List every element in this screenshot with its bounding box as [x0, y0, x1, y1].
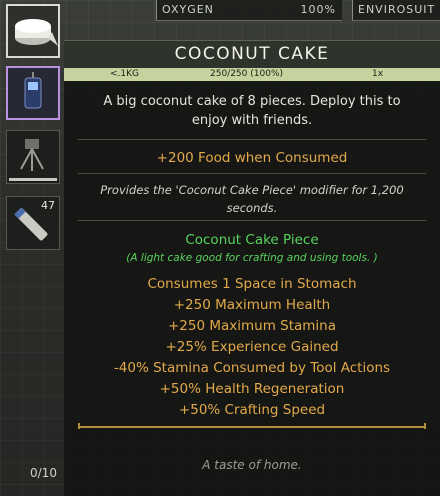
stat-line: -40% Stamina Consumed by Tool Actions — [113, 360, 391, 376]
inventory-slot-coconut-cake[interactable] — [6, 4, 60, 58]
modifier-name: Coconut Cake Piece — [185, 232, 319, 248]
divider — [156, 0, 157, 20]
modifier-description: (A light cake good for crafting and usin… — [126, 252, 378, 264]
divider — [78, 220, 426, 221]
item-stack-count: 1x — [372, 69, 384, 79]
durability-bar — [9, 178, 57, 181]
modifier-note: Provides the 'Coconut Cake Piece' modifi… — [100, 183, 404, 215]
item-weight: <.1KG — [110, 69, 140, 79]
scanner-icon — [24, 72, 42, 109]
envirosuit-label: ENVIROSUIT — [358, 3, 436, 16]
modifier-stats-list: Consumes 1 Space in Stomach +250 Maximum… — [64, 274, 440, 421]
inventory-slot-scanner[interactable] — [6, 66, 60, 120]
stack-quantity: 47 — [41, 199, 55, 212]
item-tooltip: COCONUT CAKE <.1KG 250/250 (100%) 1x A b… — [64, 40, 440, 496]
gold-divider-cap — [424, 423, 426, 429]
stat-line: +250 Maximum Health — [173, 297, 331, 313]
item-info-bar: <.1KG 250/250 (100%) 1x — [64, 68, 440, 81]
gold-divider — [78, 426, 426, 428]
stat-line: +250 Maximum Stamina — [167, 318, 337, 334]
inventory-slot-tripod-tool[interactable] — [6, 130, 60, 184]
inventory-slot-canister[interactable]: 47 — [6, 196, 60, 250]
item-durability: 250/250 (100%) — [210, 69, 284, 79]
gold-divider-cap — [78, 423, 80, 429]
inventory-counter: 0/10 — [30, 466, 57, 480]
tooltip-header: COCONUT CAKE — [64, 40, 440, 68]
envirosuit-status: ENVIROSUIT — [352, 0, 440, 21]
consume-effect: +200 Food when Consumed — [156, 150, 348, 166]
oxygen-label: OXYGEN — [162, 3, 214, 16]
stat-line: Consumes 1 Space in Stomach — [147, 276, 357, 292]
divider — [78, 139, 426, 140]
flavor-text: A taste of home. — [202, 458, 302, 472]
item-title: COCONUT CAKE — [174, 44, 330, 64]
item-description: A big coconut cake of 8 pieces. Deploy t… — [103, 94, 401, 128]
stat-line: +50% Health Regeneration — [159, 381, 345, 397]
divider — [352, 0, 353, 20]
oxygen-value: 100% — [300, 3, 336, 16]
stat-line: +25% Experience Gained — [165, 339, 339, 355]
cake-icon — [15, 19, 58, 46]
oxygen-status: OXYGEN 100% — [156, 0, 342, 21]
divider — [78, 173, 426, 174]
stat-line: +50% Crafting Speed — [178, 402, 326, 418]
tripod-icon — [20, 139, 44, 171]
